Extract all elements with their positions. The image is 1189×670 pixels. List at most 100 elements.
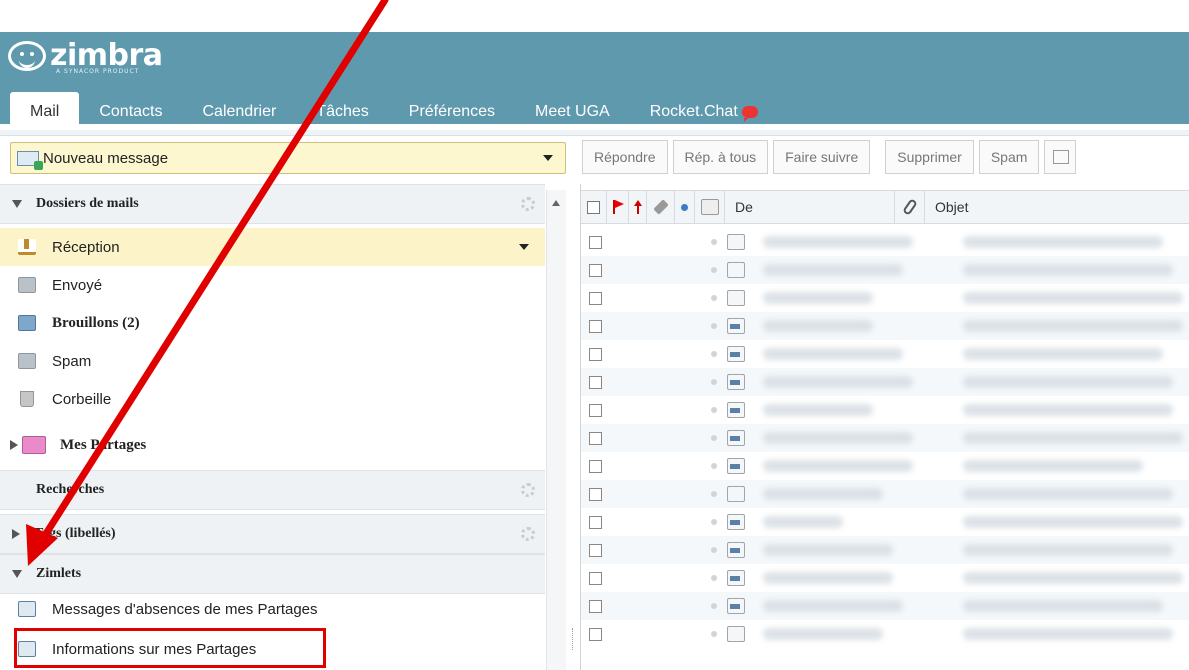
scroll-up-icon[interactable] xyxy=(552,200,560,206)
delete-button[interactable]: Supprimer xyxy=(885,140,974,174)
expand-arrow-icon[interactable] xyxy=(12,529,20,539)
read-status-dot[interactable] xyxy=(711,547,717,553)
read-status-dot[interactable] xyxy=(711,575,717,581)
zimlet-out-of-office[interactable]: Messages d'absences de mes Partages xyxy=(0,590,545,628)
message-checkbox[interactable] xyxy=(589,600,602,613)
splitter-grip[interactable] xyxy=(572,628,574,650)
message-row[interactable] xyxy=(581,228,1189,256)
message-row[interactable] xyxy=(581,508,1189,536)
replied-envelope-icon xyxy=(727,598,745,614)
folder-my-shares[interactable]: Mes Partages xyxy=(0,426,545,464)
read-status-dot[interactable] xyxy=(711,407,717,413)
message-row[interactable] xyxy=(581,396,1189,424)
expand-arrow-icon[interactable] xyxy=(10,440,18,450)
folder-inbox[interactable]: Réception xyxy=(0,228,545,266)
tag-column[interactable] xyxy=(647,190,675,224)
folder-spam[interactable]: Spam xyxy=(0,342,545,380)
chevron-down-icon[interactable] xyxy=(543,155,553,161)
unread-column[interactable] xyxy=(675,190,695,224)
chevron-down-icon[interactable] xyxy=(519,244,529,250)
tab-contacts[interactable]: Contacts xyxy=(79,92,182,132)
read-status-dot[interactable] xyxy=(711,435,717,441)
message-row[interactable] xyxy=(581,312,1189,340)
gear-icon[interactable] xyxy=(521,527,535,541)
searches-header-label: Recherches xyxy=(36,482,105,497)
message-row[interactable] xyxy=(581,536,1189,564)
select-all-column[interactable] xyxy=(581,190,607,224)
annotation-highlight-box xyxy=(14,628,326,668)
read-status-dot[interactable] xyxy=(711,267,717,273)
message-row[interactable] xyxy=(581,424,1189,452)
replied-envelope-icon xyxy=(727,542,745,558)
folder-panel-scrollbar[interactable] xyxy=(546,190,566,670)
status-column[interactable] xyxy=(695,190,725,224)
searches-header[interactable]: Recherches xyxy=(0,470,545,510)
message-checkbox[interactable] xyxy=(589,544,602,557)
priority-column[interactable] xyxy=(629,190,647,224)
tab-rocket-chat[interactable]: Rocket.Chat xyxy=(630,92,778,132)
message-checkbox[interactable] xyxy=(589,516,602,529)
message-row[interactable] xyxy=(581,480,1189,508)
tags-header[interactable]: Tags (libellés) xyxy=(0,514,545,554)
read-status-dot[interactable] xyxy=(711,379,717,385)
folder-trash[interactable]: Corbeille xyxy=(0,380,545,418)
subject-column-header[interactable]: Objet xyxy=(925,190,1165,224)
read-status-dot[interactable] xyxy=(711,491,717,497)
message-list-header: De Objet xyxy=(581,190,1189,224)
attachment-column[interactable] xyxy=(895,190,925,224)
tab-tasks[interactable]: Tâches xyxy=(296,92,388,132)
tab-preferences[interactable]: Préférences xyxy=(389,92,515,132)
message-checkbox[interactable] xyxy=(589,320,602,333)
message-row[interactable] xyxy=(581,620,1189,648)
message-checkbox[interactable] xyxy=(589,404,602,417)
collapse-arrow-icon[interactable] xyxy=(12,200,22,208)
message-checkbox[interactable] xyxy=(589,572,602,585)
read-status-dot[interactable] xyxy=(711,351,717,357)
collapse-arrow-icon[interactable] xyxy=(12,570,22,578)
message-row[interactable] xyxy=(581,452,1189,480)
print-icon[interactable] xyxy=(1044,140,1077,174)
flag-column[interactable] xyxy=(607,190,629,224)
reply-all-button[interactable]: Rép. à tous xyxy=(672,140,769,174)
folder-drafts[interactable]: Brouillons (2) xyxy=(0,304,545,342)
read-status-dot[interactable] xyxy=(711,239,717,245)
gear-icon[interactable] xyxy=(521,197,535,211)
message-checkbox[interactable] xyxy=(589,264,602,277)
zimlets-header[interactable]: Zimlets xyxy=(0,554,545,594)
from-column-header[interactable]: De xyxy=(725,190,895,224)
message-checkbox[interactable] xyxy=(589,488,602,501)
select-all-checkbox[interactable] xyxy=(587,200,600,214)
message-row[interactable] xyxy=(581,340,1189,368)
message-checkbox[interactable] xyxy=(589,376,602,389)
read-status-dot[interactable] xyxy=(711,463,717,469)
panel-splitter[interactable] xyxy=(566,184,580,670)
message-checkbox[interactable] xyxy=(589,432,602,445)
message-row[interactable] xyxy=(581,592,1189,620)
read-status-dot[interactable] xyxy=(711,323,717,329)
folder-sent[interactable]: Envoyé xyxy=(0,266,545,304)
message-checkbox[interactable] xyxy=(589,460,602,473)
read-status-dot[interactable] xyxy=(711,603,717,609)
mail-folders-header[interactable]: Dossiers de mails xyxy=(0,184,545,224)
message-row[interactable] xyxy=(581,564,1189,592)
message-row[interactable] xyxy=(581,284,1189,312)
message-row[interactable] xyxy=(581,368,1189,396)
read-status-dot[interactable] xyxy=(711,519,717,525)
tab-mail[interactable]: Mail xyxy=(10,92,80,132)
folder-spam-label: Spam xyxy=(52,352,92,370)
spam-button[interactable]: Spam xyxy=(978,140,1040,174)
gear-icon[interactable] xyxy=(521,483,535,497)
message-checkbox[interactable] xyxy=(589,292,602,305)
forward-button[interactable]: Faire suivre xyxy=(773,140,871,174)
new-message-button[interactable]: Nouveau message xyxy=(10,142,566,174)
read-status-dot[interactable] xyxy=(711,295,717,301)
read-status-dot[interactable] xyxy=(711,631,717,637)
message-checkbox[interactable] xyxy=(589,236,602,249)
tab-calendar[interactable]: Calendrier xyxy=(182,92,296,132)
zimbra-logo[interactable]: zimbra A SYNACOR PRODUCT xyxy=(8,36,163,76)
message-checkbox[interactable] xyxy=(589,628,602,641)
tab-meet-uga[interactable]: Meet UGA xyxy=(515,92,630,132)
message-checkbox[interactable] xyxy=(589,348,602,361)
reply-button[interactable]: Répondre xyxy=(582,140,668,174)
message-row[interactable] xyxy=(581,256,1189,284)
